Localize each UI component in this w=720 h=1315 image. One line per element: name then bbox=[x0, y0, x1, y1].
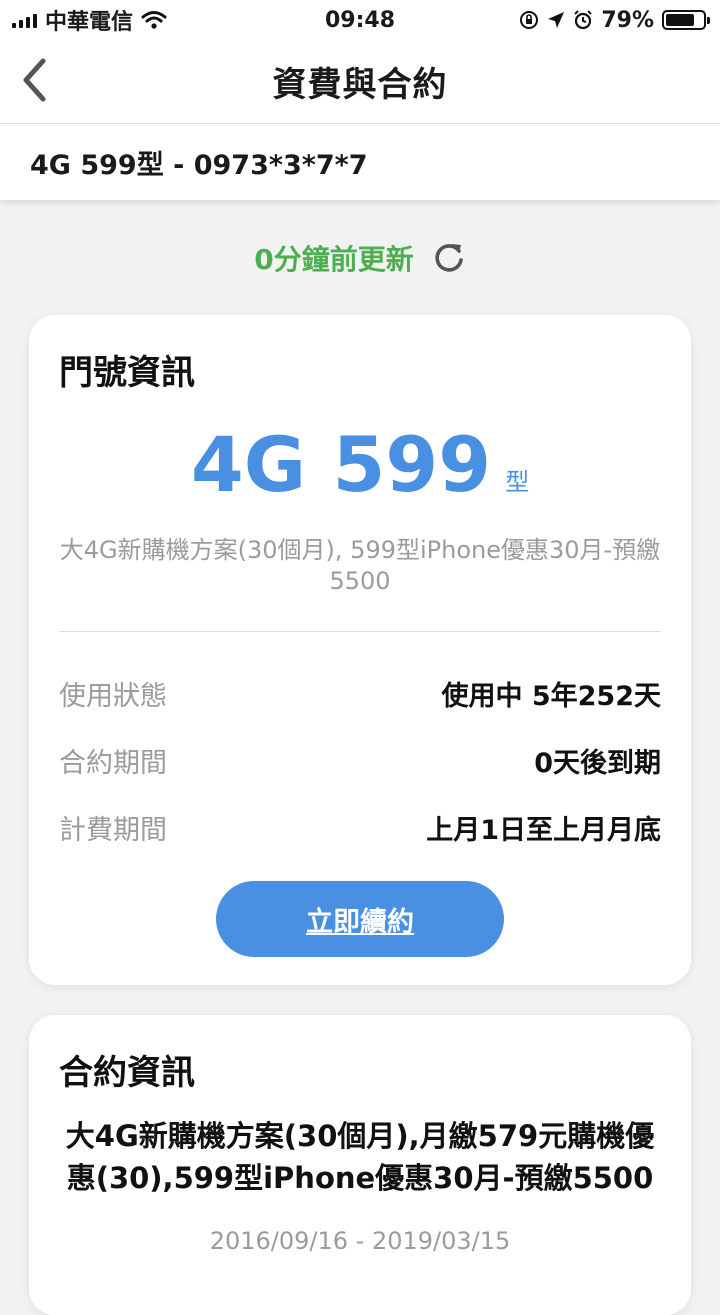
status-bar: 中華電信 09:48 79% bbox=[0, 0, 720, 40]
info-label: 合約期間 bbox=[59, 747, 167, 779]
info-row-contract-period: 合約期間 0天後到期 bbox=[59, 740, 661, 780]
renew-button[interactable]: 立即續約 bbox=[216, 881, 504, 957]
info-value: 使用中 5年252天 bbox=[441, 680, 661, 712]
battery-fill bbox=[666, 14, 695, 26]
battery-percent: 79% bbox=[601, 7, 654, 33]
refresh-icon[interactable] bbox=[432, 241, 466, 275]
info-value: 上月1日至上月月底 bbox=[426, 814, 661, 846]
number-info-title: 門號資訊 bbox=[59, 353, 195, 393]
info-row-status: 使用狀態 使用中 5年252天 bbox=[59, 673, 661, 713]
info-value: 0天後到期 bbox=[534, 747, 661, 779]
number-info-card: 門號資訊 4G 599 型 大4G新購機方案(30個月), 599型iPhone… bbox=[29, 315, 691, 985]
plan-selector-label: 4G 599型 - 0973*3*7*7 bbox=[30, 149, 368, 181]
wifi-icon bbox=[141, 10, 167, 30]
plan-description: 大4G新購機方案(30個月), 599型iPhone優惠30月-預繳5500 bbox=[59, 536, 661, 595]
alarm-icon bbox=[573, 10, 593, 30]
location-icon bbox=[547, 11, 565, 29]
page-title: 資費與合約 bbox=[272, 65, 448, 105]
divider bbox=[59, 631, 661, 632]
update-status: 0分鐘前更新 bbox=[0, 234, 720, 282]
info-row-billing-period: 計費期間 上月1日至上月月底 bbox=[59, 807, 661, 847]
carrier-name: 中華電信 bbox=[45, 10, 134, 35]
chevron-left-icon bbox=[23, 58, 46, 102]
back-button[interactable] bbox=[10, 54, 58, 106]
nav-bar: 資費與合約 bbox=[0, 40, 720, 124]
plan-suffix: 型 bbox=[505, 468, 530, 496]
contract-info-title: 合約資訊 bbox=[59, 1053, 195, 1093]
signal-icon bbox=[12, 12, 37, 28]
info-label: 計費期間 bbox=[59, 814, 167, 846]
battery-icon bbox=[662, 10, 710, 30]
status-left: 中華電信 bbox=[12, 4, 167, 36]
update-text: 0分鐘前更新 bbox=[254, 243, 414, 276]
info-label: 使用狀態 bbox=[59, 680, 167, 712]
status-right: 79% bbox=[519, 7, 710, 33]
contract-info-card: 合約資訊 大4G新購機方案(30個月),月繳579元購機優惠(30),599型i… bbox=[29, 1015, 691, 1315]
contract-description: 大4G新購機方案(30個月),月繳579元購機優惠(30),599型iPhone… bbox=[65, 1119, 655, 1195]
plan-name: 4G 599 bbox=[190, 420, 492, 509]
plan-selector[interactable]: 4G 599型 - 0973*3*7*7 bbox=[0, 124, 720, 200]
plan-headline: 4G 599 型 bbox=[29, 427, 691, 503]
orientation-lock-icon bbox=[519, 10, 539, 30]
contract-date-range: 2016/09/16 - 2019/03/15 bbox=[209, 1227, 511, 1255]
